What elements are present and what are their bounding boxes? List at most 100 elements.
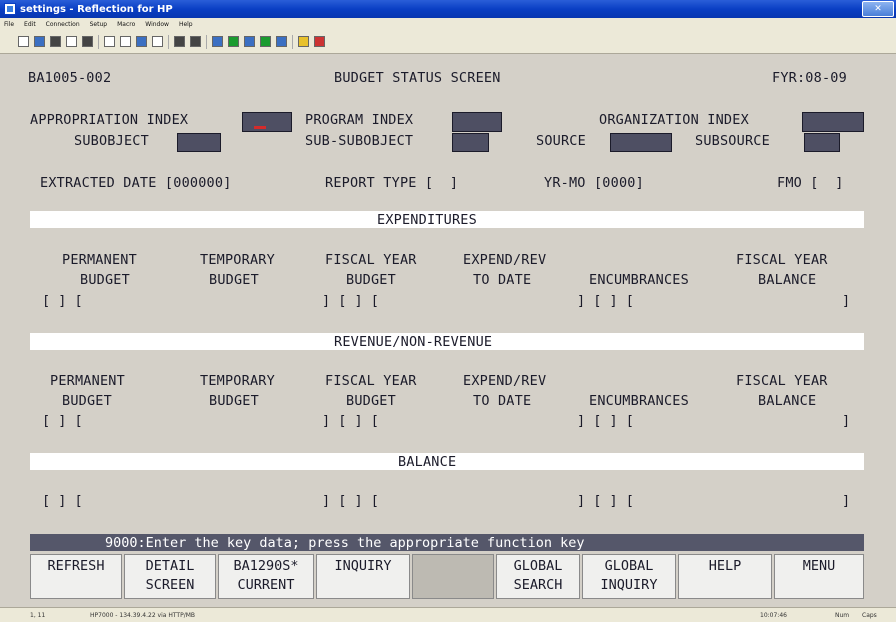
revenue-header: REVENUE/NON-REVENUE: [30, 333, 864, 350]
cut-icon[interactable]: [104, 36, 115, 47]
refresh-button[interactable]: REFRESH: [30, 554, 122, 599]
menu-connection[interactable]: Connection: [46, 21, 80, 28]
help-icon[interactable]: [298, 36, 309, 47]
exp-balance-field-end[interactable]: ]: [842, 293, 850, 309]
ba1290s-label: BA1290S*: [233, 558, 299, 574]
subobject-field[interactable]: [177, 133, 221, 152]
connect-icon[interactable]: [174, 36, 185, 47]
toolbar-divider: [206, 34, 207, 49]
menu-label: MENU: [802, 558, 836, 574]
disconnect-icon[interactable]: [190, 36, 201, 47]
menu-button[interactable]: MENU: [774, 554, 864, 599]
rev-col-temporary-sub: BUDGET: [209, 393, 259, 409]
help-button[interactable]: HELP: [678, 554, 772, 599]
global-search-label: GLOBAL: [513, 558, 563, 574]
expenditures-header: EXPENDITURES: [30, 211, 864, 228]
sub-subobject-field[interactable]: [452, 133, 489, 152]
balance-header: BALANCE: [30, 453, 864, 470]
message-bar: 9000:Enter the key data; press the appro…: [30, 534, 864, 551]
text-cursor: [254, 126, 266, 129]
keyboard-icon[interactable]: [228, 36, 239, 47]
rev-col-fiscal-balance: FISCAL YEAR: [736, 373, 828, 389]
help-label: HELP: [708, 558, 742, 574]
menu-file[interactable]: File: [4, 21, 14, 28]
rev-fiscal-field[interactable]: ] [ ] [: [322, 413, 379, 429]
global-search-button[interactable]: GLOBAL SEARCH: [496, 554, 580, 599]
global-inquiry-button[interactable]: GLOBAL INQUIRY: [582, 554, 676, 599]
report-type: REPORT TYPE [ ]: [325, 175, 459, 191]
subobject-label: SUBOBJECT: [74, 133, 149, 149]
appropriation-index-label: APPROPRIATION INDEX: [30, 112, 189, 128]
window-title: settings - Reflection for HP: [20, 3, 173, 15]
new-icon[interactable]: [18, 36, 29, 47]
rev-permanent-field[interactable]: [ ] [: [42, 413, 83, 429]
screen-title: BUDGET STATUS SCREEN: [334, 70, 501, 86]
rev-encumbrance-field[interactable]: ] [ ] [: [577, 413, 634, 429]
subsource-field[interactable]: [804, 133, 840, 152]
bal-fiscal-field[interactable]: ] [ ] [: [322, 493, 379, 509]
rev-col-fiscal-budget: FISCAL YEAR: [325, 373, 417, 389]
col-fiscal-budget-sub: BUDGET: [346, 272, 396, 288]
settings-icon[interactable]: [212, 36, 223, 47]
search-label: SEARCH: [513, 577, 563, 593]
menu-window[interactable]: Window: [145, 21, 169, 28]
global-inquiry-label: GLOBAL: [604, 558, 654, 574]
exp-encumbrance-field[interactable]: ] [ ] [: [577, 293, 634, 309]
current-label: CURRENT: [237, 577, 295, 593]
detail-screen-button[interactable]: DETAIL SCREEN: [124, 554, 216, 599]
app-icon: [4, 3, 16, 15]
toolbar-divider: [98, 34, 99, 49]
screen-id: BA1005-002: [28, 70, 112, 86]
col-permanent-sub: BUDGET: [80, 272, 130, 288]
copy-icon[interactable]: [120, 36, 131, 47]
program-index-field[interactable]: [452, 112, 502, 132]
subsource-label: SUBSOURCE: [695, 133, 770, 149]
menu-setup[interactable]: Setup: [90, 21, 107, 28]
rev-col-fiscal-budget-sub: BUDGET: [346, 393, 396, 409]
transfer-icon[interactable]: [260, 36, 271, 47]
fiscal-year: FYR:08-09: [772, 70, 847, 86]
bal-encumbrance-field[interactable]: ] [ ] [: [577, 493, 634, 509]
window-titlebar: settings - Reflection for HP ✕: [0, 0, 896, 18]
terminal-screen: BA1005-002 BUDGET STATUS SCREEN FYR:08-0…: [22, 60, 874, 602]
window-controls[interactable]: ✕: [862, 1, 894, 17]
rev-balance-field-end[interactable]: ]: [842, 413, 850, 429]
status-message: 9000:Enter the key data; press the appro…: [105, 535, 585, 551]
undo-icon[interactable]: [152, 36, 163, 47]
num-lock: Num: [835, 612, 850, 619]
macro-icon[interactable]: [276, 36, 287, 47]
col-expend: EXPEND/REV: [463, 252, 547, 268]
refresh-label: REFRESH: [47, 558, 105, 574]
find-icon[interactable]: [82, 36, 93, 47]
col-expend-sub: TO DATE: [473, 272, 532, 288]
appropriation-index-field[interactable]: [242, 112, 292, 132]
display-icon[interactable]: [244, 36, 255, 47]
inquiry-button[interactable]: INQUIRY: [316, 554, 410, 599]
menu-macro[interactable]: Macro: [117, 21, 135, 28]
exp-permanent-field[interactable]: [ ] [: [42, 293, 83, 309]
bal-permanent-field[interactable]: [ ] [: [42, 493, 83, 509]
print-icon[interactable]: [66, 36, 77, 47]
save-icon[interactable]: [50, 36, 61, 47]
menu-bar: File Edit Connection Setup Macro Window …: [0, 18, 896, 30]
exp-fiscal-field[interactable]: ] [ ] [: [322, 293, 379, 309]
menu-help[interactable]: Help: [179, 21, 193, 28]
paste-icon[interactable]: [136, 36, 147, 47]
menu-edit[interactable]: Edit: [24, 21, 36, 28]
rev-col-expend: EXPEND/REV: [463, 373, 547, 389]
source-field[interactable]: [610, 133, 672, 152]
organization-index-field[interactable]: [802, 112, 864, 132]
rev-col-expend-sub: TO DATE: [473, 393, 532, 409]
toolbar-divider: [292, 34, 293, 49]
open-icon[interactable]: [34, 36, 45, 47]
caps-lock: Caps: [862, 612, 877, 619]
toolbar: [0, 30, 896, 54]
connection-info: HP7000 - 134.39.4.22 via HTTP/MB: [90, 612, 196, 619]
bal-balance-field-end[interactable]: ]: [842, 493, 850, 509]
screen-label: SCREEN: [145, 577, 195, 593]
yr-mo: YR-MO [0000]: [544, 175, 644, 191]
rev-col-temporary: TEMPORARY: [200, 373, 275, 389]
color-icon[interactable]: [314, 36, 325, 47]
ba1290s-current-button[interactable]: BA1290S* CURRENT: [218, 554, 314, 599]
empty-function-key[interactable]: [412, 554, 494, 599]
